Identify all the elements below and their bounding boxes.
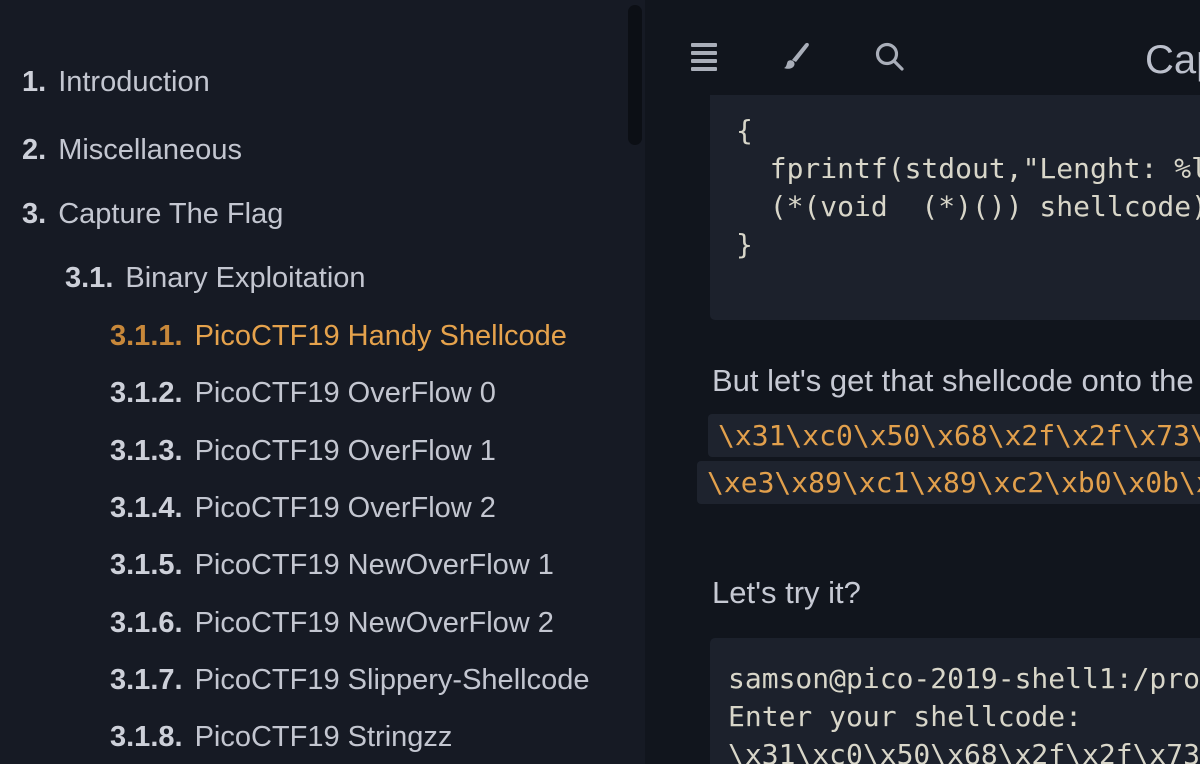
- chapter-label: Introduction: [58, 66, 210, 98]
- menu-bar: Capture The Flag: [645, 0, 1200, 95]
- chapter-number: 3.1.3.: [110, 435, 183, 467]
- chapter-number: 3.: [22, 198, 46, 230]
- book-title[interactable]: Capture The Flag: [1145, 36, 1200, 84]
- terminal-line: \x31\xc0\x50\x68\x2f\x2f\x73\x68\x68\x2f…: [728, 736, 1200, 764]
- chapter-number: 2.: [22, 134, 46, 166]
- sidebar-item-newoverflow-1[interactable]: 3.1.5. PicoCTF19 NewOverFlow 1: [110, 546, 554, 584]
- chapter-number: 3.1.7.: [110, 664, 183, 696]
- chapter-number: 3.1.4.: [110, 492, 183, 524]
- sidebar-scrollbar-thumb[interactable]: [628, 5, 642, 145]
- paintbrush-icon[interactable]: [779, 38, 813, 77]
- sidebar-item-slippery-shellcode[interactable]: 3.1.7. PicoCTF19 Slippery-Shellcode: [110, 661, 589, 699]
- sidebar-item-handy-shellcode-active[interactable]: 3.1.1. PicoCTF19 Handy Shellcode: [110, 317, 567, 355]
- paragraph-lets-try: Let's try it?: [712, 573, 861, 613]
- content-area: { fprintf(stdout,"Lenght: %lu\n",strlen(…: [645, 0, 1200, 764]
- chapter-label: Miscellaneous: [58, 134, 242, 166]
- code-block-terminal: samson@pico-2019-shell1:/problems/handy-…: [710, 638, 1200, 764]
- terminal-line: Enter your shellcode:: [728, 698, 1200, 736]
- sidebar-item-overflow-0[interactable]: 3.1.2. PicoCTF19 OverFlow 0: [110, 374, 496, 412]
- sidebar-item-newoverflow-2[interactable]: 3.1.6. PicoCTF19 NewOverFlow 2: [110, 604, 554, 642]
- code-line: fprintf(stdout,"Lenght: %lu\n",strlen(sh…: [736, 150, 1200, 188]
- terminal-prompt-line: samson@pico-2019-shell1:/problems/handy-…: [728, 660, 1200, 698]
- chapter-label: PicoCTF19 NewOverFlow 1: [195, 549, 554, 581]
- sidebar: 1. Introduction 2. Miscellaneous 3. Capture…: [0, 0, 645, 764]
- sidebar-item-binary-exploitation[interactable]: 3.1. Binary Exploitation: [65, 259, 366, 297]
- paragraph-get-shellcode: But let's get that shellcode onto the pr…: [712, 361, 1200, 401]
- chapter-label: PicoCTF19 NewOverFlow 2: [195, 607, 554, 639]
- page-scroll-region: { fprintf(stdout,"Lenght: %lu\n",strlen(…: [645, 0, 1200, 764]
- sidebar-item-capture-the-flag[interactable]: 3. Capture The Flag: [22, 195, 283, 233]
- chapter-number: 3.1.2.: [110, 377, 183, 409]
- code-line: {: [736, 112, 1200, 150]
- chapter-label: PicoCTF19 OverFlow 2: [195, 492, 496, 524]
- sidebar-item-stringzz[interactable]: 3.1.8. PicoCTF19 Stringzz: [110, 718, 452, 756]
- chapter-number: 3.1.5.: [110, 549, 183, 581]
- chapter-label: Binary Exploitation: [125, 262, 365, 294]
- menu-icon[interactable]: [691, 43, 717, 71]
- chapter-label: PicoCTF19 OverFlow 0: [195, 377, 496, 409]
- app-root: 1. Introduction 2. Miscellaneous 3. Capture…: [0, 0, 1200, 764]
- sidebar-item-miscellaneous[interactable]: 2. Miscellaneous: [22, 131, 242, 169]
- chapter-number: 3.1.: [65, 262, 113, 294]
- sidebar-scrollbar: [626, 0, 644, 764]
- chapter-label: PicoCTF19 Stringzz: [195, 721, 453, 753]
- code-line: }: [736, 226, 1200, 264]
- chapter-number: 3.1.1.: [110, 320, 183, 352]
- chapter-label: PicoCTF19 Handy Shellcode: [195, 320, 567, 352]
- chapter-label: PicoCTF19 OverFlow 1: [195, 435, 496, 467]
- code-block-c-source: { fprintf(stdout,"Lenght: %lu\n",strlen(…: [710, 88, 1200, 320]
- code-line: (*(void (*)()) shellcode)();: [736, 188, 1200, 226]
- chapter-label: Capture The Flag: [58, 198, 283, 230]
- chapter-label: PicoCTF19 Slippery-Shellcode: [195, 664, 590, 696]
- inline-code-shellcode-line1: \x31\xc0\x50\x68\x2f\x2f\x73\x68\x68\x2f…: [708, 414, 1200, 457]
- sidebar-item-introduction[interactable]: 1. Introduction: [22, 63, 210, 101]
- sidebar-item-overflow-1[interactable]: 3.1.3. PicoCTF19 OverFlow 1: [110, 432, 496, 470]
- chapter-number: 1.: [22, 66, 46, 98]
- sidebar-item-overflow-2[interactable]: 3.1.4. PicoCTF19 OverFlow 2: [110, 489, 496, 527]
- chapter-number: 3.1.8.: [110, 721, 183, 753]
- inline-code-shellcode-line2: \xe3\x89\xc1\x89\xc2\xb0\x0b\xcd\x80\x31…: [697, 461, 1200, 504]
- search-icon[interactable]: [873, 40, 907, 77]
- chapter-number: 3.1.6.: [110, 607, 183, 639]
